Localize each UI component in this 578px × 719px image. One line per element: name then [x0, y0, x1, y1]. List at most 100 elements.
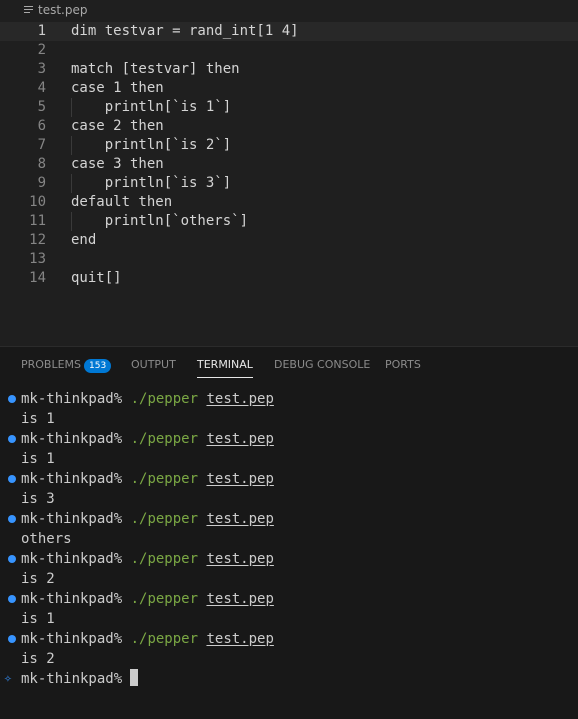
prompt-host: mk-thinkpad%	[21, 551, 123, 567]
command-argument-link[interactable]: test.pep	[206, 511, 273, 527]
command-text: ./pepper	[130, 511, 199, 527]
terminal-output-line: is 1	[0, 609, 578, 629]
terminal-output-line: others	[0, 529, 578, 549]
code-line[interactable]: 9 println[`is 3`]	[0, 174, 578, 193]
output-text: is 2	[21, 571, 55, 587]
code-line[interactable]: 3 match [testvar] then	[0, 60, 578, 79]
line-number: 14	[29, 270, 46, 286]
circle-dot-icon[interactable]	[8, 515, 16, 523]
file-lines-icon	[24, 5, 34, 15]
terminal-output-line: is 3	[0, 489, 578, 509]
code-text: println[`is 2`]	[71, 137, 232, 153]
panel-tabs: PROBLEMS 153 OUTPUT TERMINAL DEBUG CONSOL…	[0, 347, 578, 381]
prompt-host: mk-thinkpad%	[21, 391, 123, 407]
command-argument-link[interactable]: test.pep	[206, 471, 273, 487]
problems-count-badge: 153	[84, 359, 112, 373]
code-text: println[`is 1`]	[71, 99, 232, 115]
line-number: 11	[29, 213, 46, 229]
command-text: ./pepper	[130, 551, 199, 567]
code-line[interactable]: 6 case 2 then	[0, 117, 578, 136]
code-line[interactable]: 1 dim testvar = rand_int[1 4]	[0, 22, 578, 41]
terminal-output-line: is 1	[0, 449, 578, 469]
line-number: 5	[37, 99, 46, 115]
terminal-command-line: mk-thinkpad% ./pepper test.pep	[0, 589, 578, 609]
prompt-host: mk-thinkpad%	[21, 671, 123, 687]
line-number: 6	[37, 118, 46, 134]
code-line[interactable]: 13	[0, 250, 578, 269]
terminal-prompt-line[interactable]: ✧ mk-thinkpad%	[0, 669, 578, 689]
tab-terminal[interactable]: TERMINAL	[197, 358, 253, 378]
line-number: 9	[37, 175, 46, 191]
terminal-output-line: is 2	[0, 649, 578, 669]
bottom-panel: PROBLEMS 153 OUTPUT TERMINAL DEBUG CONSOL…	[0, 346, 578, 719]
code-text: println[`others`]	[71, 213, 249, 229]
prompt-host: mk-thinkpad%	[21, 591, 123, 607]
command-argument-link[interactable]: test.pep	[206, 391, 273, 407]
terminal-command-line: mk-thinkpad% ./pepper test.pep	[0, 469, 578, 489]
terminal-output-line: is 1	[0, 409, 578, 429]
code-line[interactable]: 7 println[`is 2`]	[0, 136, 578, 155]
output-text: others	[21, 531, 72, 547]
code-text: end	[71, 232, 97, 248]
circle-dot-icon[interactable]	[8, 555, 16, 563]
circle-dot-icon[interactable]	[8, 435, 16, 443]
command-text: ./pepper	[130, 391, 199, 407]
terminal-command-line: mk-thinkpad% ./pepper test.pep	[0, 629, 578, 649]
command-text: ./pepper	[130, 431, 199, 447]
code-text: case 2 then	[71, 118, 164, 134]
tab-problems-label: PROBLEMS	[21, 358, 82, 371]
circle-dot-icon[interactable]	[8, 635, 16, 643]
tab-problems[interactable]: PROBLEMS 153	[21, 358, 112, 380]
command-text: ./pepper	[130, 591, 199, 607]
code-text: quit[]	[71, 270, 122, 286]
terminal-command-line: mk-thinkpad% ./pepper test.pep	[0, 429, 578, 449]
line-number: 8	[37, 156, 46, 172]
prompt-host: mk-thinkpad%	[21, 511, 123, 527]
output-text: is 3	[21, 491, 55, 507]
terminal-command-line: mk-thinkpad% ./pepper test.pep	[0, 389, 578, 409]
code-text: case 3 then	[71, 156, 164, 172]
code-line[interactable]: 4 case 1 then	[0, 79, 578, 98]
circle-dot-icon[interactable]	[8, 475, 16, 483]
code-text: dim testvar = rand_int[1 4]	[71, 23, 299, 39]
line-number: 2	[37, 42, 46, 58]
prompt-host: mk-thinkpad%	[21, 431, 123, 447]
breadcrumb-file[interactable]: test.pep	[38, 3, 87, 17]
code-line[interactable]: 14 quit[]	[0, 269, 578, 288]
circle-dot-icon[interactable]	[8, 595, 16, 603]
code-line[interactable]: 8 case 3 then	[0, 155, 578, 174]
line-number: 7	[37, 137, 46, 153]
line-number: 1	[37, 23, 46, 39]
command-argument-link[interactable]: test.pep	[206, 551, 273, 567]
line-number: 4	[37, 80, 46, 96]
code-line[interactable]: 12 end	[0, 231, 578, 250]
terminal-command-line: mk-thinkpad% ./pepper test.pep	[0, 549, 578, 569]
output-text: is 1	[21, 411, 55, 427]
command-argument-link[interactable]: test.pep	[206, 431, 273, 447]
code-text: default then	[71, 194, 173, 210]
output-text: is 2	[21, 651, 55, 667]
command-argument-link[interactable]: test.pep	[206, 591, 273, 607]
code-editor[interactable]: 1 dim testvar = rand_int[1 4] 2 3 match [t…	[0, 20, 578, 346]
sparkle-icon[interactable]: ✧	[4, 669, 12, 689]
terminal-output-line: is 2	[0, 569, 578, 589]
command-argument-link[interactable]: test.pep	[206, 631, 273, 647]
circle-dot-icon[interactable]	[8, 395, 16, 403]
code-line[interactable]: 2	[0, 41, 578, 60]
tab-debug-console[interactable]: DEBUG CONSOLE	[274, 358, 370, 380]
line-number: 12	[29, 232, 46, 248]
prompt-host: mk-thinkpad%	[21, 631, 123, 647]
output-text: is 1	[21, 611, 55, 627]
line-number: 3	[37, 61, 46, 77]
code-line[interactable]: 5 println[`is 1`]	[0, 98, 578, 117]
command-text: ./pepper	[130, 631, 199, 647]
tab-ports[interactable]: PORTS	[385, 358, 421, 380]
code-line[interactable]: 10 default then	[0, 193, 578, 212]
tab-output[interactable]: OUTPUT	[131, 358, 176, 380]
code-text: case 1 then	[71, 80, 164, 96]
code-line[interactable]: 11 println[`others`]	[0, 212, 578, 231]
terminal-cursor	[130, 669, 139, 686]
code-text: println[`is 3`]	[71, 175, 232, 191]
code-text: match [testvar] then	[71, 61, 240, 77]
command-text: ./pepper	[130, 471, 199, 487]
